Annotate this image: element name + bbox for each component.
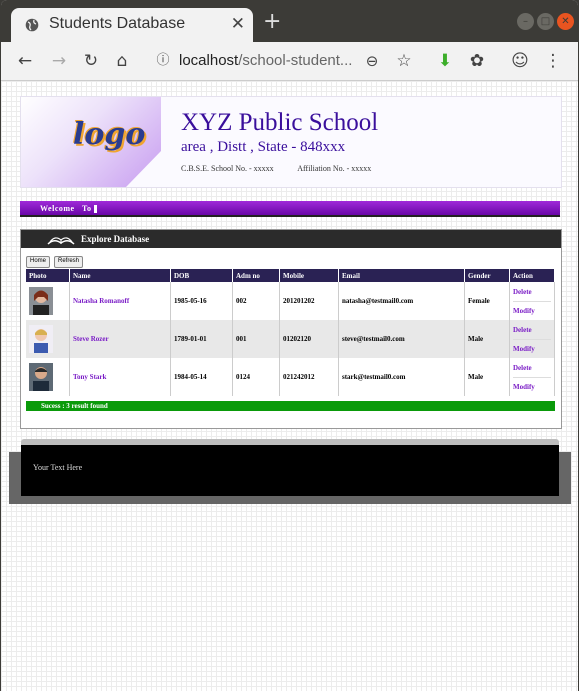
photo-cell bbox=[26, 358, 70, 396]
status-text: Sucess : 3 result found bbox=[41, 402, 108, 410]
action-cell: Delete Modify bbox=[509, 282, 555, 320]
zoom-icon[interactable]: ⊖ bbox=[362, 51, 382, 71]
forward-icon[interactable]: → bbox=[49, 51, 69, 71]
student-photo bbox=[29, 363, 53, 391]
column-header: Gender bbox=[464, 269, 510, 282]
student-mobile: 201201202 bbox=[279, 282, 339, 320]
home-icon[interactable]: ⌂ bbox=[112, 51, 132, 71]
tab-title: Students Database bbox=[49, 15, 186, 32]
welcome-marquee: Welcome To bbox=[20, 201, 560, 217]
column-header: Name bbox=[69, 269, 171, 282]
table-row: Tony Stark 1984-05-14 0124 021242012 sta… bbox=[26, 358, 555, 396]
student-gender: Male bbox=[464, 358, 510, 396]
delete-link[interactable]: Delete bbox=[513, 321, 551, 340]
action-cell: Delete Modify bbox=[509, 320, 555, 358]
footer: Your Text Here bbox=[21, 439, 559, 496]
explore-database-panel: Explore Database Home Refresh Photo Name… bbox=[20, 229, 562, 429]
action-cell: Delete Modify bbox=[509, 358, 555, 396]
footer-text: Your Text Here bbox=[33, 463, 83, 472]
school-name: XYZ Public School bbox=[181, 109, 379, 136]
column-header: Action bbox=[509, 269, 555, 282]
photo-cell bbox=[26, 320, 70, 358]
student-photo bbox=[29, 325, 53, 353]
student-dob: 1985-05-16 bbox=[170, 282, 233, 320]
panel-title: Explore Database bbox=[81, 234, 150, 244]
table-header-row: Photo Name DOB Adm no Mobile Email Gende… bbox=[26, 269, 555, 282]
info-icon[interactable]: ⓘ bbox=[153, 51, 173, 71]
student-name[interactable]: Tony Stark bbox=[69, 358, 171, 396]
school-meta: C.B.S.E. School No. - xxxxx Affiliation … bbox=[181, 164, 393, 173]
student-photo bbox=[29, 287, 53, 315]
minimize-icon[interactable]: – bbox=[517, 13, 534, 30]
text-cursor bbox=[93, 205, 97, 214]
student-dob: 1984-05-14 bbox=[170, 358, 233, 396]
school-logo: logo bbox=[73, 117, 146, 152]
delete-link[interactable]: Delete bbox=[513, 359, 551, 378]
tab-strip: Students Database ✕ + – □ ✕ bbox=[1, 0, 578, 42]
close-window-icon[interactable]: ✕ bbox=[557, 13, 574, 30]
column-header: Email bbox=[338, 269, 465, 282]
column-header: Mobile bbox=[279, 269, 339, 282]
affiliation-number: Affiliation No. - xxxxx bbox=[297, 164, 372, 173]
menu-icon[interactable]: ⋮ bbox=[543, 51, 563, 71]
welcome-text: Welcome To bbox=[40, 204, 97, 214]
student-email: steve@testmail0.com bbox=[338, 320, 465, 358]
address-bar[interactable]: localhost/school-student... bbox=[179, 52, 352, 69]
student-name[interactable]: Natasha Romanoff bbox=[69, 282, 171, 320]
reload-icon[interactable]: ↻ bbox=[81, 51, 101, 71]
column-header: DOB bbox=[170, 269, 233, 282]
web-page: logo XYZ Public School area , Distt , St… bbox=[1, 81, 578, 691]
photo-cell bbox=[26, 282, 70, 320]
student-adm: 001 bbox=[232, 320, 280, 358]
student-name[interactable]: Steve Rozer bbox=[69, 320, 171, 358]
url-path: /school-student... bbox=[238, 52, 353, 69]
open-book-icon bbox=[47, 237, 75, 245]
profile-avatar-icon[interactable]: ☺ bbox=[510, 51, 530, 71]
bookmark-star-icon[interactable]: ☆ bbox=[394, 51, 414, 71]
school-address: area , Distt , State - 848xxx bbox=[181, 139, 346, 155]
student-email: stark@testmail0.com bbox=[338, 358, 465, 396]
student-adm: 0124 bbox=[232, 358, 280, 396]
column-header: Adm no bbox=[232, 269, 280, 282]
student-gender: Female bbox=[464, 282, 510, 320]
school-header: logo XYZ Public School area , Distt , St… bbox=[20, 96, 562, 188]
student-mobile: 021242012 bbox=[279, 358, 339, 396]
table-row: Steve Rozer 1789-01-01 001 01202120 stev… bbox=[26, 320, 555, 358]
url-host: localhost bbox=[179, 52, 239, 69]
home-button[interactable]: Home bbox=[26, 256, 51, 268]
student-email: natasha@testmail0.com bbox=[338, 282, 465, 320]
modify-link[interactable]: Modify bbox=[513, 378, 551, 396]
column-header: Photo bbox=[26, 269, 70, 282]
close-tab-icon[interactable]: ✕ bbox=[231, 14, 245, 34]
panel-header: Explore Database bbox=[21, 230, 561, 248]
student-dob: 1789-01-01 bbox=[170, 320, 233, 358]
refresh-button[interactable]: Refresh bbox=[54, 256, 84, 268]
delete-link[interactable]: Delete bbox=[513, 283, 551, 302]
extension-footprint-icon[interactable]: ✿ bbox=[467, 51, 487, 71]
maximize-icon[interactable]: □ bbox=[537, 13, 554, 30]
status-bar: Sucess : 3 result found bbox=[26, 401, 555, 411]
student-mobile: 01202120 bbox=[279, 320, 339, 358]
student-adm: 002 bbox=[232, 282, 280, 320]
browser-toolbar: ← → ↻ ⌂ ⓘ localhost/school-student... ⊖ … bbox=[1, 42, 578, 81]
download-icon[interactable]: ⬇ bbox=[435, 51, 455, 71]
cbse-number: C.B.S.E. School No. - xxxxx bbox=[181, 164, 274, 173]
modify-link[interactable]: Modify bbox=[513, 302, 551, 320]
new-tab-icon[interactable]: + bbox=[263, 11, 281, 33]
browser-window: Students Database ✕ + – □ ✕ ← → ↻ ⌂ ⓘ lo… bbox=[1, 0, 578, 691]
back-icon[interactable]: ← bbox=[15, 51, 35, 71]
browser-tab[interactable]: Students Database ✕ bbox=[11, 8, 253, 42]
globe-icon bbox=[25, 18, 39, 32]
students-table: Photo Name DOB Adm no Mobile Email Gende… bbox=[26, 269, 555, 396]
table-row: Natasha Romanoff 1985-05-16 002 20120120… bbox=[26, 282, 555, 320]
welcome-label: Welcome To bbox=[40, 204, 92, 213]
modify-link[interactable]: Modify bbox=[513, 340, 551, 358]
student-gender: Male bbox=[464, 320, 510, 358]
